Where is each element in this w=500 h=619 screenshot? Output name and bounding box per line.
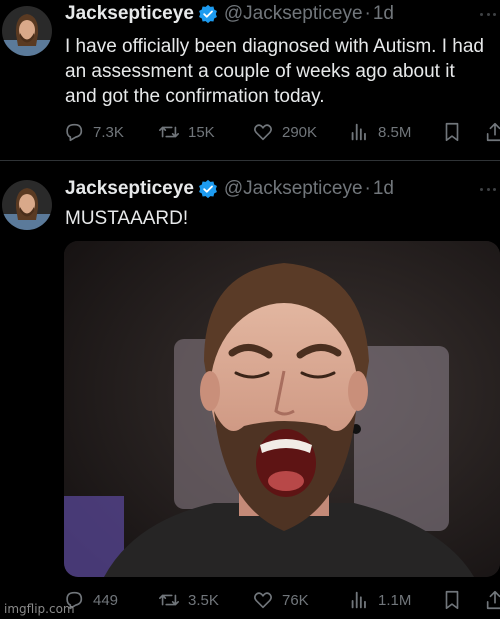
- watermark: imgflip.com: [4, 602, 75, 616]
- tweet[interactable]: Jacksepticeye @Jacksepticeye · 1d I have…: [0, 0, 500, 160]
- tweet-text: I have officially been diagnosed with Au…: [65, 36, 484, 107]
- bookmark-button[interactable]: [441, 120, 471, 144]
- reply-count: 7.3K: [93, 123, 124, 141]
- like-button[interactable]: 290K: [252, 120, 317, 144]
- tweet-media-image[interactable]: [64, 241, 500, 577]
- views-icon: [351, 123, 366, 141]
- verified-badge-icon: [198, 4, 217, 24]
- author-name[interactable]: Jacksepticeye: [65, 3, 194, 25]
- tweet-text: MUSTAAARD!: [65, 208, 189, 229]
- author-handle[interactable]: @Jacksepticeye: [224, 178, 363, 200]
- tweet-divider: [0, 160, 500, 161]
- tweet[interactable]: Jacksepticeye @Jacksepticeye · 1d MUSTAA…: [0, 164, 500, 619]
- retweet-button[interactable]: 3.5K: [158, 588, 219, 612]
- separator-dot: ·: [364, 178, 371, 199]
- separator-dot: ·: [364, 3, 371, 24]
- tweet-actions: 7.3K 15K 290K 8.5M: [63, 120, 500, 144]
- views-icon: [351, 591, 366, 609]
- tweet-age[interactable]: 1d: [373, 3, 394, 25]
- more-options-icon[interactable]: [480, 11, 496, 17]
- shouting-man-photo: [64, 241, 500, 577]
- share-icon: [486, 122, 500, 142]
- retweet-icon: [159, 594, 179, 606]
- author-handle[interactable]: @Jacksepticeye: [224, 3, 363, 25]
- like-count: 76K: [282, 591, 309, 609]
- retweet-count: 3.5K: [188, 591, 219, 609]
- share-button[interactable]: [484, 120, 500, 144]
- author-name[interactable]: Jacksepticeye: [65, 178, 194, 200]
- bookmark-button[interactable]: [441, 588, 471, 612]
- avatar[interactable]: [2, 180, 52, 230]
- views-button[interactable]: 1.1M: [348, 588, 411, 612]
- view-count: 8.5M: [378, 123, 412, 141]
- tweet-header: Jacksepticeye @Jacksepticeye · 1d: [65, 0, 394, 28]
- retweet-icon: [159, 126, 179, 138]
- reply-icon: [66, 123, 83, 142]
- heart-icon: [254, 124, 272, 141]
- tweet-age[interactable]: 1d: [373, 178, 394, 200]
- like-button[interactable]: 76K: [252, 588, 309, 612]
- bookmark-icon: [445, 590, 459, 610]
- reply-count: 449: [93, 591, 119, 609]
- views-button[interactable]: 8.5M: [348, 120, 411, 144]
- avatar[interactable]: [2, 6, 52, 56]
- like-count: 290K: [282, 123, 318, 141]
- verified-badge-icon: [198, 179, 217, 199]
- retweet-button[interactable]: 15K: [158, 120, 215, 144]
- bookmark-icon: [445, 122, 459, 142]
- share-icon: [486, 590, 500, 610]
- heart-icon: [254, 592, 272, 609]
- tweet-header: Jacksepticeye @Jacksepticeye · 1d: [65, 175, 394, 203]
- share-button[interactable]: [484, 588, 500, 612]
- reply-button[interactable]: 7.3K: [63, 120, 124, 144]
- tweet-actions: 449 3.5K 76K 1.1M: [63, 588, 500, 612]
- view-count: 1.1M: [378, 591, 412, 609]
- more-options-icon[interactable]: [480, 186, 496, 192]
- retweet-count: 15K: [188, 123, 215, 141]
